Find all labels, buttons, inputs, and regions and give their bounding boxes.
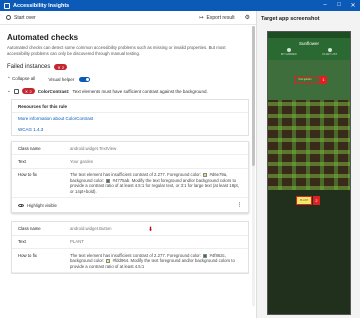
error-badge-1: 1 [320, 76, 327, 84]
results-pane: Start over ↦ Export result ⚙ Automated c… [0, 11, 256, 318]
class-name-value: android.widget.Button [70, 225, 112, 231]
rule-row[interactable]: ⌄ ✕ 2 ColorContrast: Text elements must … [7, 88, 249, 94]
target-app-screenshot: Sunflower MY GARDEN PLANT LIST Your gard… [267, 31, 351, 315]
rule-description: Text elements must have sufficient contr… [72, 88, 208, 94]
class-name-row: Class name android.widget.Button [12, 222, 248, 236]
how-to-fix-row: How to fix The text element has insuffic… [12, 169, 248, 199]
garden-image [268, 100, 350, 190]
export-icon: ↦ [199, 14, 204, 21]
start-over-button[interactable]: Start over [6, 15, 36, 21]
tab-plant-list: PLANT LIST [323, 48, 337, 56]
class-name-value: android.widget.TextView [70, 145, 117, 151]
mouse-cursor-icon: ⬇ [148, 227, 154, 233]
toolbar: Start over ↦ Export result ⚙ [0, 11, 256, 25]
failed-instances-label: Failed instances [7, 64, 51, 70]
rule-count: 2 [29, 88, 32, 94]
phone-bottom-area: PLANT 2 [268, 190, 350, 314]
error-badge-2: 2 [313, 196, 320, 205]
rule-checkbox[interactable] [13, 88, 19, 94]
eye-icon [18, 203, 24, 208]
start-over-label: Start over [14, 14, 36, 21]
text-value: PLANT [70, 239, 84, 245]
instance-card[interactable]: Class name android.widget.Button Text PL… [11, 221, 249, 275]
how-to-fix-part1: The text element has insufficient contra… [70, 252, 202, 258]
export-result-button[interactable]: ↦ Export result [199, 15, 234, 21]
text-row: Text Your garden [12, 155, 248, 169]
export-label: Export result [206, 14, 235, 21]
class-name-row: Class name android.widget.TextView [12, 142, 248, 156]
resources-panel: Resources for this rule More information… [11, 99, 249, 136]
card-footer: Highlight visible ⋮ [12, 198, 248, 212]
resources-heading: Resources for this rule [12, 100, 248, 113]
scrollbar-thumb[interactable] [252, 26, 255, 166]
garden-empty-state: Your garden 1 [268, 60, 350, 100]
window-controls: – □ ✕ [318, 2, 360, 9]
rule-count-badge: ✕ 2 [21, 88, 35, 94]
collapse-all-label: Collapse all [12, 76, 36, 81]
plant-icon [327, 48, 332, 52]
app-tabs: MY GARDEN PLANT LIST [268, 48, 350, 56]
window-title: Accessibility Insights [13, 2, 70, 9]
scrollbar[interactable] [252, 26, 255, 306]
failed-count: 2 [62, 64, 65, 70]
foreground-color-swatch [203, 253, 208, 258]
garden-rows [268, 100, 350, 190]
background-color-swatch [106, 259, 111, 264]
app-icon [4, 2, 10, 9]
failed-instances-header: Failed instances ✕ 2 [7, 64, 249, 70]
close-button[interactable]: ✕ [346, 2, 360, 9]
instance-card[interactable]: Class name android.widget.TextView Text … [11, 141, 249, 214]
how-to-fix-text: The text element has insufficient contra… [70, 253, 242, 269]
class-name-label: Class name [18, 225, 41, 231]
colorcontrast-info-link[interactable]: More information about ColorContrast [12, 113, 248, 124]
visual-helper-label: Visual helper [48, 76, 75, 82]
app-bar: Sunflower MY GARDEN PLANT LIST [268, 38, 350, 60]
how-to-fix-label: How to fix [18, 172, 37, 178]
text-row: Text PLANT [12, 236, 248, 250]
page-title: Automated checks [7, 33, 79, 42]
settings-gear-icon[interactable]: ⚙ [245, 14, 250, 21]
garden-icon [286, 48, 291, 52]
chevron-down-icon[interactable]: ⌄ [7, 88, 11, 94]
foreground-color-swatch [203, 173, 208, 178]
class-name-label: Class name [18, 145, 41, 151]
maximize-button[interactable]: □ [332, 2, 346, 9]
visual-helper-toggle[interactable] [79, 76, 91, 82]
highlight-visible-label[interactable]: Highlight visible [27, 203, 57, 208]
wcag-link[interactable]: WCAG 1.4.3 [12, 124, 248, 135]
main-content: Automated checks Automated checks can de… [0, 25, 256, 279]
screenshot-panel-title: Target app screenshot [261, 16, 320, 22]
error-icon: ✕ [24, 89, 28, 94]
screenshot-panel: Target app screenshot Sunflower MY GARDE… [256, 11, 360, 318]
how-to-fix-label: How to fix [18, 252, 37, 258]
error-icon: ✕ [57, 65, 61, 70]
more-options-icon[interactable]: ⋮ [237, 202, 242, 208]
refresh-icon [6, 15, 11, 20]
failed-count-badge: ✕ 2 [54, 64, 68, 70]
rule-name: ColorContrast: [37, 88, 70, 94]
text-label: Text [18, 158, 26, 164]
tab-my-garden: MY GARDEN [281, 48, 297, 56]
chevron-up-icon: ⌃ [7, 76, 11, 81]
plant-button-highlight: PLANT [296, 196, 312, 205]
page-description: Automated checks can detect some common … [7, 45, 226, 56]
highlight-box-1: Your garden [294, 76, 319, 84]
background-color-swatch [106, 178, 111, 183]
controls-row: ⌃ Collapse all Visual helper [7, 76, 249, 82]
how-to-fix-text: The text element has insufficient contra… [70, 172, 242, 194]
app-title: Sunflower [298, 41, 319, 46]
how-to-fix-part1: The text element has insufficient contra… [70, 172, 202, 178]
text-value: Your garden [70, 158, 94, 164]
how-to-fix-row: How to fix The text element has insuffic… [12, 249, 248, 274]
collapse-all-button[interactable]: ⌃ Collapse all [7, 76, 35, 82]
minimize-button[interactable]: – [318, 2, 332, 9]
title-bar: Accessibility Insights – □ ✕ [0, 0, 360, 11]
text-label: Text [18, 239, 26, 245]
highlighted-text: Your garden [298, 78, 312, 81]
